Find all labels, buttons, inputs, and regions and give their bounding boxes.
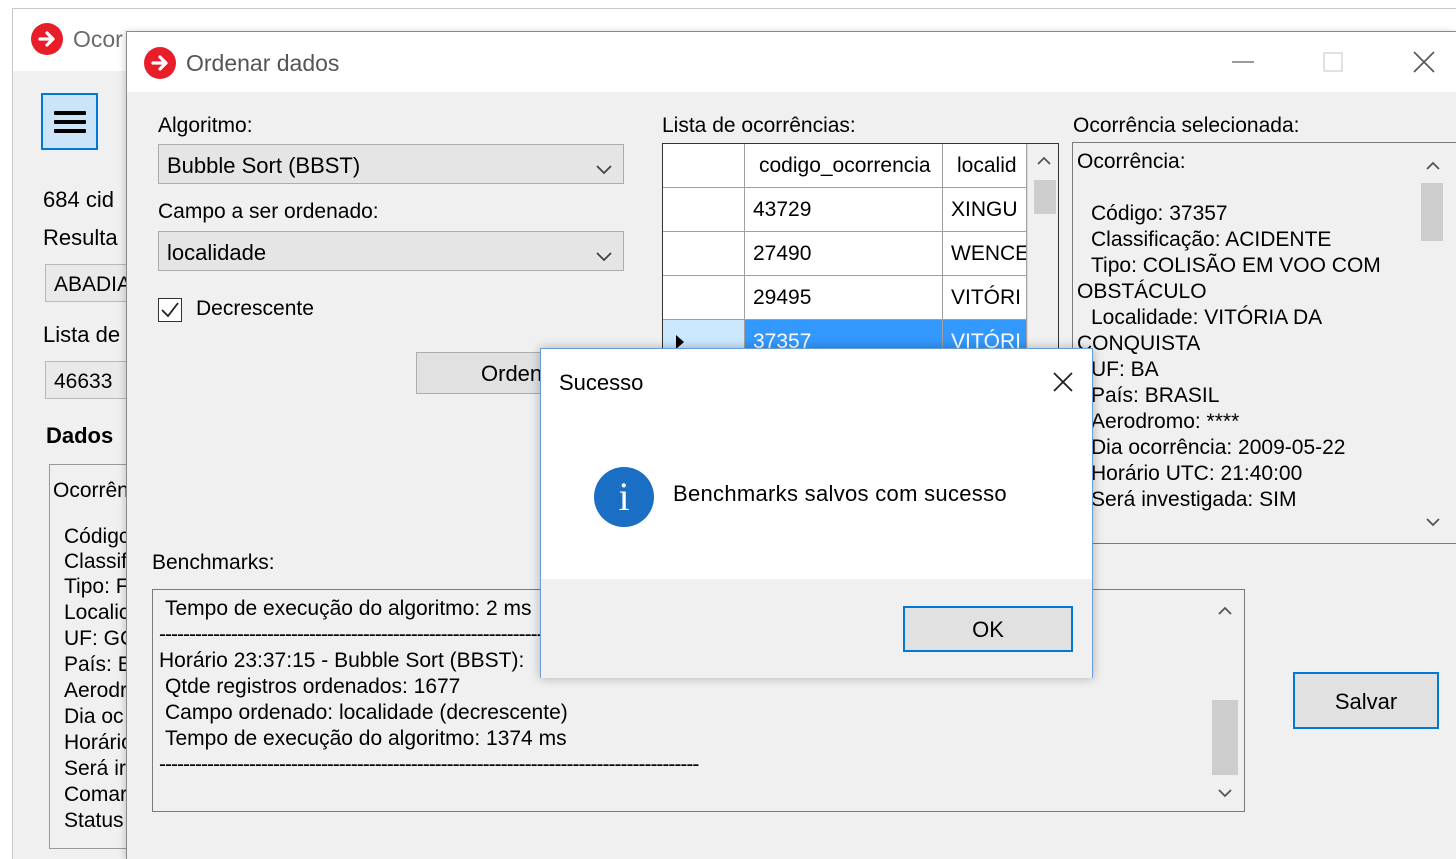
selected-line: Código: 37357 [1091, 202, 1228, 225]
order-dialog-title: Ordenar dados [186, 50, 340, 76]
table-row[interactable]: 29495 VITÓRI [663, 276, 1058, 320]
decrescente-checkbox[interactable] [158, 298, 182, 322]
dados-line: Status [64, 809, 124, 832]
bench-line: Qtde registros ordenados: 1677 [165, 675, 461, 698]
app-logo-icon [31, 23, 63, 55]
message-dialog-title: Sucesso [559, 370, 644, 395]
dados-line: UF: GC [64, 627, 136, 650]
decrescente-label: Decrescente [196, 297, 314, 320]
maximize-icon[interactable] [1313, 46, 1353, 78]
success-message-dialog: Sucesso i Benchmarks salvos com sucesso … [540, 348, 1093, 678]
chevron-down-icon [595, 156, 613, 182]
selected-line: Ocorrência: [1077, 150, 1186, 173]
dados-line: Classifi [64, 550, 132, 573]
ordenar-button[interactable]: Orden [416, 352, 546, 394]
dados-line: Ocorrên [53, 479, 129, 502]
lista-ocorrencias-label: Lista de ocorrências: [662, 114, 856, 137]
dados-heading: Dados [46, 423, 114, 448]
algoritmo-selected-value: Bubble Sort (BBST) [167, 153, 361, 178]
order-dialog-titlebar: Ordenar dados [127, 32, 1456, 92]
selected-line: OBSTÁCULO [1077, 280, 1207, 303]
chevron-up-icon[interactable] [1409, 149, 1456, 183]
result-label: Resulta [43, 225, 118, 250]
grid-scroll-thumb[interactable] [1034, 180, 1056, 214]
selected-line: Horário UTC: 21:40:00 [1091, 462, 1303, 485]
list-label: Lista de [43, 322, 121, 347]
dados-line: Horáric [64, 731, 132, 754]
selected-line: Classificação: ACIDENTE [1091, 228, 1332, 251]
grid-cell-localidade[interactable]: VITÓRI [943, 276, 1027, 320]
ocorrencia-selecionada-textbox[interactable]: Ocorrência: Código: 37357 Classificação:… [1072, 142, 1456, 544]
grid-row-header[interactable] [663, 232, 745, 276]
selected-line: Dia ocorrência: 2009-05-22 [1091, 436, 1346, 459]
benchmarks-scrollbar[interactable] [1205, 590, 1244, 811]
dados-line: Códigc [64, 525, 130, 548]
benchmarks-scroll-thumb[interactable] [1212, 700, 1238, 775]
close-icon[interactable] [1404, 46, 1444, 78]
grid-cell-codigo[interactable]: 29495 [745, 276, 943, 320]
selected-line: UF: BA [1091, 358, 1159, 381]
grid-row-header[interactable] [663, 276, 745, 320]
benchmarks-label: Benchmarks: [152, 551, 275, 574]
campo-selected-value: localidade [167, 240, 267, 265]
grid-column-header-localidade[interactable]: localid [943, 144, 1027, 188]
grid-cell-localidade[interactable]: WENCE [943, 232, 1027, 276]
table-row[interactable]: 43729 XINGU [663, 188, 1058, 232]
ok-button[interactable]: OK [903, 606, 1073, 652]
bench-line: Horário 23:37:15 - Bubble Sort (BBST): [159, 649, 525, 672]
campo-select[interactable]: localidade [158, 231, 624, 271]
grid-cell-localidade[interactable]: XINGU [943, 188, 1027, 232]
table-row[interactable]: 27490 WENCE [663, 232, 1058, 276]
salvar-button[interactable]: Salvar [1293, 672, 1439, 729]
selected-line: Será investigada: SIM [1091, 488, 1297, 511]
menu-hamburger-icon[interactable] [41, 93, 98, 150]
grid-corner-cell [663, 144, 745, 188]
chevron-down-icon [595, 243, 613, 269]
chevron-down-icon[interactable] [1205, 776, 1244, 810]
algoritmo-label: Algoritmo: [158, 114, 253, 137]
algoritmo-select[interactable]: Bubble Sort (BBST) [158, 144, 624, 184]
bench-line: Tempo de execução do algoritmo: 1374 ms [165, 727, 567, 750]
bench-separator: ----------------------------------------… [159, 623, 544, 646]
selected-line: Aerodromo: **** [1091, 410, 1240, 433]
checkmark-icon [161, 302, 179, 318]
dados-line: País: E [64, 653, 132, 676]
grid-row-header[interactable] [663, 188, 745, 232]
grid-scrollbar[interactable] [1027, 144, 1058, 379]
dados-line: Tipo: F [64, 575, 129, 598]
campo-label: Campo a ser ordenado: [158, 200, 379, 223]
dados-line: Será ir [64, 757, 126, 780]
city-count-text: 684 cid [43, 187, 114, 212]
dados-line: Localic [64, 601, 130, 624]
chevron-down-icon[interactable] [1409, 505, 1456, 539]
selected-scroll-thumb[interactable] [1421, 183, 1443, 241]
grid-header-row: codigo_ocorrencia localid [663, 144, 1058, 188]
selected-scrollbar[interactable] [1409, 143, 1456, 543]
info-icon: i [594, 467, 654, 527]
bench-line: Tempo de execução do algoritmo: 2 ms [165, 597, 532, 620]
dados-line: Aerodr [64, 679, 128, 702]
chevron-up-icon[interactable] [1205, 594, 1244, 628]
grid-cell-codigo[interactable]: 43729 [745, 188, 943, 232]
selected-line: País: BRASIL [1091, 384, 1220, 407]
ocorrencia-selecionada-label: Ocorrência selecionada: [1073, 114, 1300, 137]
grid-column-header-codigo[interactable]: codigo_ocorrencia [745, 144, 943, 188]
close-icon[interactable] [1045, 365, 1081, 399]
minimize-icon[interactable] [1223, 46, 1263, 78]
selected-line: Localidade: VITÓRIA DA [1091, 306, 1323, 329]
main-window-title: Ocor [73, 26, 123, 52]
chevron-up-icon[interactable] [1028, 144, 1058, 178]
selected-line: Tipo: COLISÃO EM VOO COM [1091, 254, 1381, 277]
bench-line: Campo ordenado: localidade (decrescente) [165, 701, 568, 724]
ocorrencias-grid[interactable]: codigo_ocorrencia localid 43729 XINGU 27… [662, 143, 1059, 380]
app-logo-icon [144, 47, 176, 79]
grid-cell-codigo[interactable]: 27490 [745, 232, 943, 276]
selected-line: CONQUISTA [1077, 332, 1201, 355]
dados-line: Comar [64, 783, 128, 806]
bench-separator: ----------------------------------------… [159, 753, 699, 776]
dados-line: Dia oc [64, 705, 124, 728]
message-text: Benchmarks salvos com sucesso [673, 481, 1007, 506]
